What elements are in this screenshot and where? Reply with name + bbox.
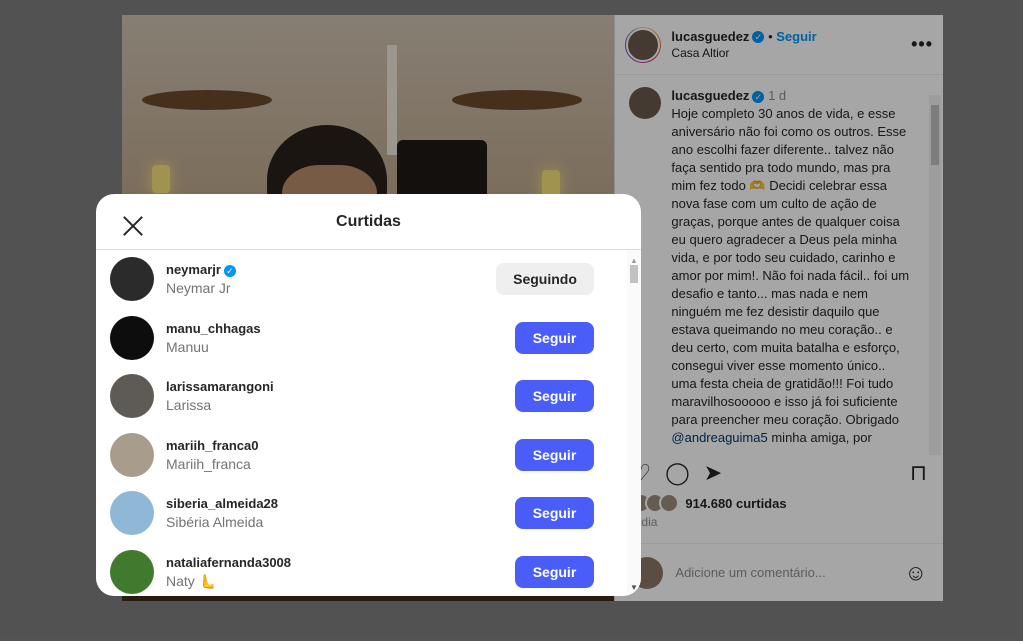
- follow-button[interactable]: Seguir: [515, 321, 594, 354]
- full-name: Neymar Jr: [166, 280, 231, 297]
- avatar[interactable]: [110, 491, 154, 536]
- likes-modal: Curtidas neymarjr ✓ Neymar Jr Seguindo ma…: [96, 194, 641, 596]
- full-name: Naty 🫷: [166, 572, 217, 589]
- list-item: neymarjr ✓ Neymar Jr Seguindo: [96, 250, 626, 309]
- likes-list: neymarjr ✓ Neymar Jr Seguindo manu_chhaga…: [96, 250, 626, 596]
- username[interactable]: manu_chhagas: [166, 321, 261, 336]
- likes-list-scrollbar[interactable]: ▲ ▼: [627, 250, 641, 596]
- username[interactable]: mariih_franca0: [166, 438, 259, 453]
- username[interactable]: siberia_almeida28: [166, 496, 278, 511]
- follow-button[interactable]: Seguir: [515, 555, 594, 588]
- avatar[interactable]: [110, 315, 154, 360]
- follow-button[interactable]: Seguir: [515, 438, 594, 471]
- user-info: siberia_almeida28 Sibéria Almeida: [166, 495, 278, 531]
- follow-button[interactable]: Seguir: [515, 380, 594, 413]
- user-info: mariih_franca0 Mariih_franca: [166, 437, 259, 473]
- username[interactable]: neymarjr: [166, 262, 221, 277]
- user-info: larissamarangoni Larissa: [166, 378, 274, 414]
- full-name: Mariih_franca: [166, 455, 251, 472]
- avatar[interactable]: [110, 374, 154, 419]
- scroll-thumb[interactable]: [630, 265, 638, 283]
- user-info: neymarjr ✓ Neymar Jr: [166, 261, 236, 297]
- scroll-down-icon[interactable]: ▼: [630, 583, 638, 592]
- list-item: siberia_almeida28 Sibéria Almeida Seguir: [96, 484, 626, 543]
- scroll-up-icon[interactable]: ▲: [630, 256, 638, 265]
- avatar[interactable]: [110, 257, 154, 302]
- full-name: Larissa: [166, 397, 212, 414]
- list-item: mariih_franca0 Mariih_franca Seguir: [96, 426, 626, 485]
- modal-header: Curtidas: [96, 194, 641, 250]
- full-name: Sibéria Almeida: [166, 514, 264, 531]
- follow-button[interactable]: Seguir: [515, 497, 594, 530]
- list-item: larissamarangoni Larissa Seguir: [96, 367, 626, 426]
- username[interactable]: larissamarangoni: [166, 379, 274, 394]
- full-name: Manuu: [166, 338, 209, 355]
- modal-title: Curtidas: [336, 212, 401, 230]
- following-button[interactable]: Seguindo: [496, 263, 594, 296]
- avatar[interactable]: [110, 432, 154, 477]
- list-item: manu_chhagas Manuu Seguir: [96, 309, 626, 368]
- user-info: nataliafernanda3008 Naty 🫷: [166, 554, 291, 590]
- avatar[interactable]: [110, 549, 154, 594]
- close-icon[interactable]: [122, 215, 144, 237]
- verified-badge-icon: ✓: [223, 264, 236, 277]
- user-info: manu_chhagas Manuu: [166, 320, 261, 356]
- username[interactable]: nataliafernanda3008: [166, 555, 291, 570]
- list-item: nataliafernanda3008 Naty 🫷 Seguir: [96, 543, 626, 597]
